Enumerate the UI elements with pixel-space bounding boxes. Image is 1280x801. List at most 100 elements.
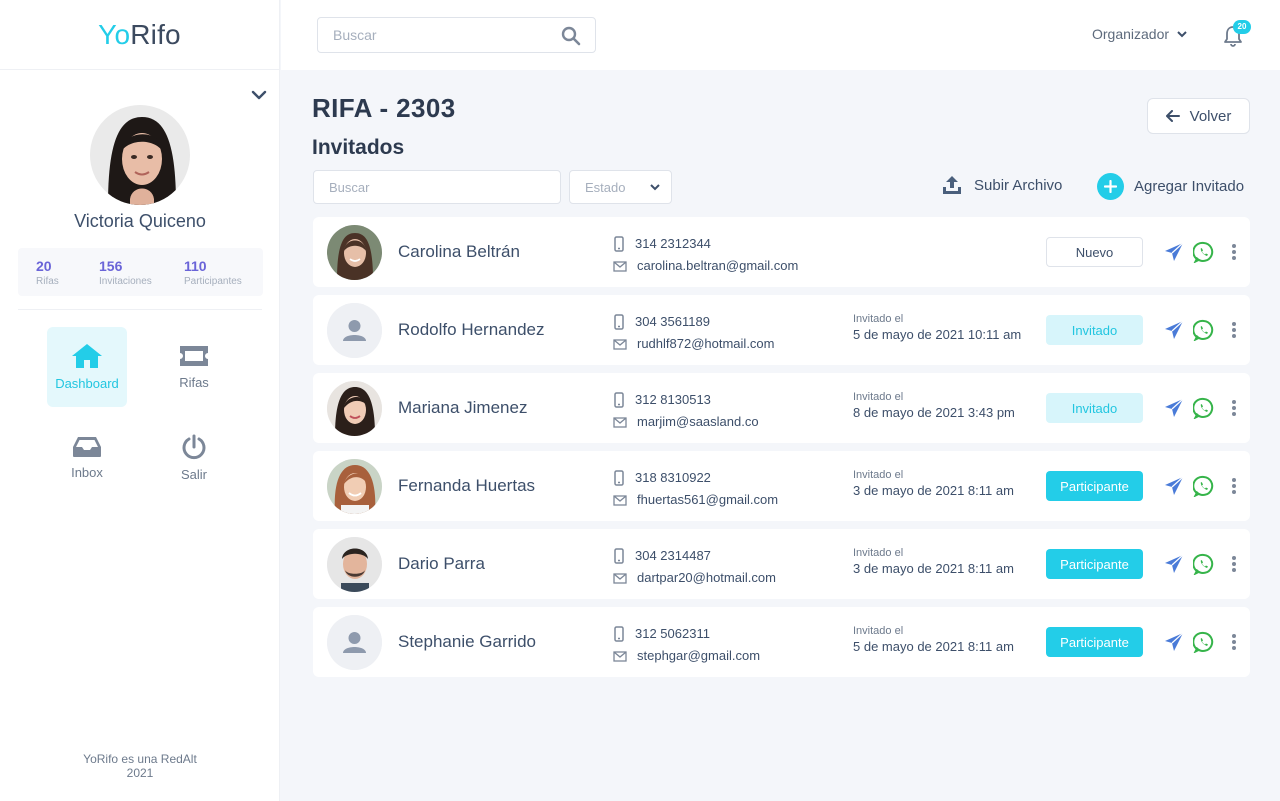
phone-icon [614,236,624,252]
footer-line: YoRifo es una RedAlt [83,752,197,766]
profile-avatar [90,105,190,205]
footer-note: YoRifo es una RedAlt 2021 [0,752,280,780]
guest-phone: 304 3561189 [635,314,710,329]
guest-phone: 318 8310922 [635,470,711,485]
nav-label: Dashboard [55,376,119,391]
more-vertical-icon[interactable] [1231,477,1237,495]
chevron-down-icon [650,184,660,191]
nav-salir[interactable]: Salir [154,418,234,498]
nav-inbox[interactable]: Inbox [47,418,127,498]
role-dropdown[interactable]: Organizador [1092,26,1187,42]
send-icon[interactable] [1164,398,1184,418]
search-icon[interactable] [561,26,581,46]
nav-rifas[interactable]: Rifas [154,327,234,407]
phone-line: 312 8130513 [613,389,759,411]
invited-label: Invitado el [853,469,904,481]
more-vertical-icon[interactable] [1231,633,1237,651]
email-line: stephgar@gmail.com [613,645,760,667]
more-vertical-icon[interactable] [1231,399,1237,417]
whatsapp-icon[interactable] [1193,397,1215,419]
mail-icon [613,651,627,662]
mail-icon [613,573,627,584]
invited-date: 5 de mayo de 2021 8:11 am [853,639,1014,654]
guest-row[interactable]: Dario Parra 304 2314487 dartpar20@hotmai… [313,529,1250,599]
email-line: fhuertas561@gmail.com [613,489,778,511]
guest-search [313,170,561,204]
mail-icon [613,495,627,506]
top-search [317,17,596,53]
back-button[interactable]: Volver [1147,98,1250,134]
send-icon[interactable] [1164,632,1184,652]
email-line: marjim@saasland.co [613,411,759,433]
more-vertical-icon[interactable] [1231,243,1237,261]
email-line: carolina.beltran@gmail.com [613,255,798,277]
nav-label: Rifas [179,375,209,390]
guest-row[interactable]: Rodolfo Hernandez 304 3561189 rudhlf872@… [313,295,1250,365]
guest-name: Rodolfo Hernandez [398,320,545,339]
phone-line: 312 5062311 [613,623,760,645]
guest-search-input[interactable] [314,171,554,203]
send-icon[interactable] [1164,554,1184,574]
email-line: dartpar20@hotmail.com [613,567,776,589]
ticket-icon [180,346,208,366]
nav-label: Inbox [71,465,103,480]
chevron-down-icon [1177,31,1187,38]
guest-row[interactable]: Mariana Jimenez 312 8130513 marjim@saasl… [313,373,1250,443]
nav-label: Salir [180,467,207,482]
guest-email: marjim@saasland.co [637,414,759,429]
phone-icon [614,626,624,642]
guest-row[interactable]: Stephanie Garrido 312 5062311 stephgar@g… [313,607,1250,677]
phone-line: 314 2312344 [613,233,798,255]
whatsapp-icon[interactable] [1193,475,1215,497]
stat-value: 20 [36,257,52,274]
send-icon[interactable] [1164,320,1184,340]
more-vertical-icon[interactable] [1231,555,1237,573]
send-icon[interactable] [1164,242,1184,262]
page-title: RIFA - 2303 [312,93,456,123]
nav-dashboard[interactable]: Dashboard [47,327,127,407]
search-input[interactable] [318,18,548,52]
phone-line: 318 8310922 [613,467,778,489]
profile-name: Victoria Quiceno [74,211,206,231]
whatsapp-icon[interactable] [1193,631,1215,653]
upload-icon [943,176,961,194]
whatsapp-icon[interactable] [1193,553,1215,575]
mail-icon [613,417,627,428]
guest-email: stephgar@gmail.com [637,648,761,663]
chevron-down-icon[interactable] [250,86,268,104]
add-guest-label: Agregar Invitado [1134,178,1245,195]
whatsapp-icon[interactable] [1193,319,1215,341]
topbar: Organizador 20 [281,0,1280,70]
upload-label: Subir Archivo [974,176,1063,194]
upload-file-button[interactable]: Subir Archivo [942,175,1062,195]
inbox-icon [73,437,101,457]
guest-row[interactable]: Carolina Beltrán 314 2312344 carolina.be… [313,217,1250,287]
invited-label: Invitado el [853,547,904,559]
phone-line: 304 2314487 [613,545,776,567]
stat-value: 110 [184,257,207,274]
status-badge: Participante [1046,549,1143,579]
whatsapp-icon[interactable] [1193,241,1215,263]
invited-date: 8 de mayo de 2021 3:43 pm [853,405,1015,420]
guest-row[interactable]: Fernanda Huertas 318 8310922 fhuertas561… [313,451,1250,521]
mail-icon [613,261,627,272]
more-vertical-icon[interactable] [1231,321,1237,339]
guest-contact: 314 2312344 carolina.beltran@gmail.com [613,233,798,277]
estado-select[interactable]: Estado [569,170,672,204]
guest-contact: 318 8310922 fhuertas561@gmail.com [613,467,778,511]
logo[interactable]: Yo Rifo [0,0,279,70]
guest-email: rudhlf872@hotmail.com [637,336,775,351]
status-badge: Participante [1046,627,1143,657]
phone-icon [614,392,624,408]
sidebar: Yo Rifo Victoria Quiceno 20 Rifas 156 Inv… [0,0,280,801]
power-icon [182,434,206,460]
invited-label: Invitado el [853,391,904,403]
stat-rifas: 20 Rifas [36,248,99,296]
stat-value: 156 [99,257,123,274]
guest-email: dartpar20@hotmail.com [637,570,776,585]
add-guest-button[interactable]: Agregar Invitado [1097,173,1244,200]
guest-avatar [327,537,382,592]
send-icon[interactable] [1164,476,1184,496]
email-line: rudhlf872@hotmail.com [613,333,774,355]
guest-avatar [327,303,382,358]
